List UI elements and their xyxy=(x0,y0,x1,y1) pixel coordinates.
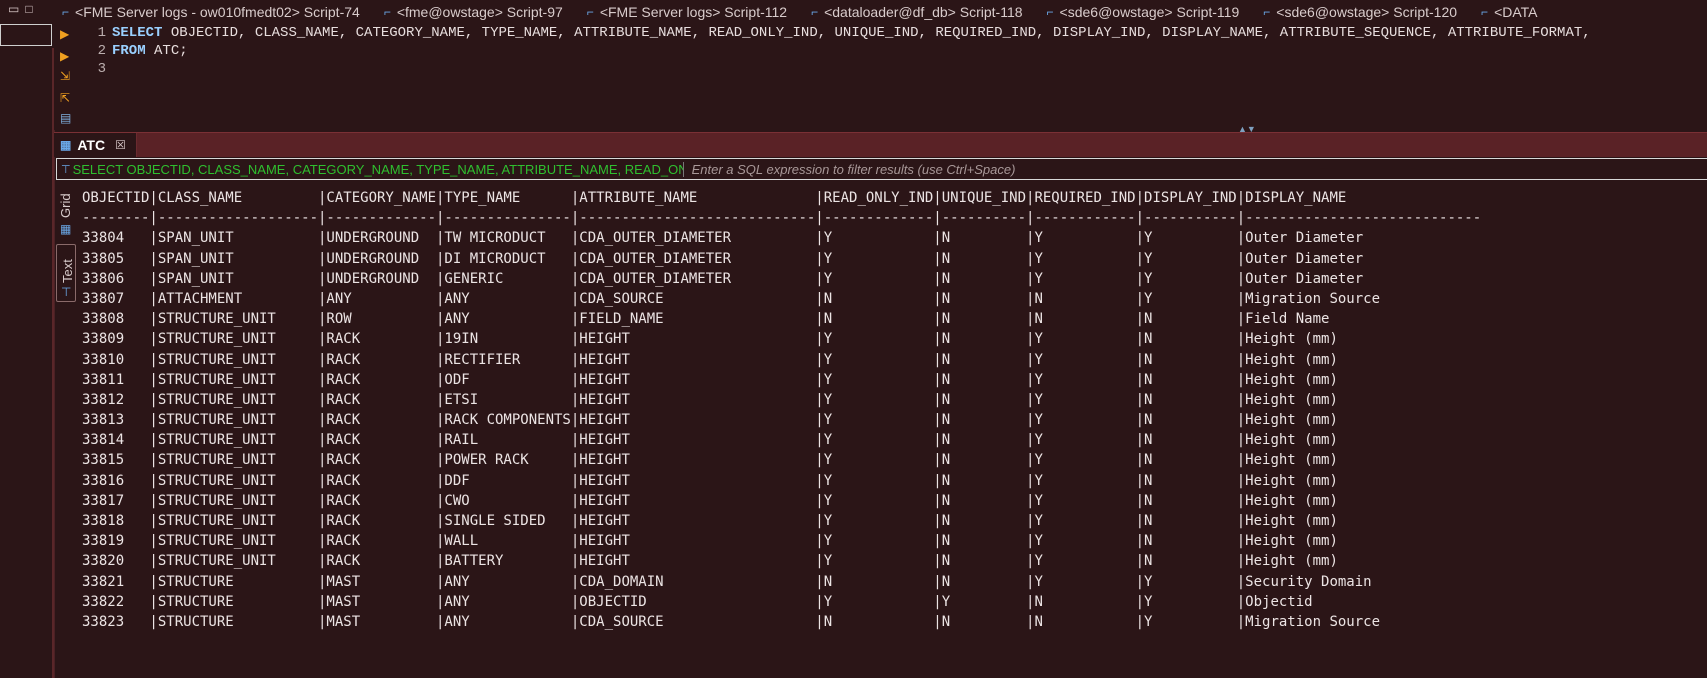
grid-icon: ▦ xyxy=(60,222,72,236)
close-icon[interactable]: ☒ xyxy=(115,138,126,152)
editor-tab[interactable]: ⌐ <FME Server logs - ow010fmedt02> Script… xyxy=(54,0,376,24)
result-row: 33816 |STRUCTURE_UNIT |RACK |DDF |HEIGHT… xyxy=(82,472,1338,489)
editor-tab[interactable]: ⌐ <DATA xyxy=(1473,0,1553,24)
editor-tab-label: <FME Server logs> Script-112 xyxy=(599,4,788,20)
sql-text: ATC; xyxy=(145,43,188,59)
maximize-icon[interactable]: □ xyxy=(25,2,32,16)
script-icon: ⌐ xyxy=(1263,5,1271,19)
editor-tab[interactable]: ⌐ <sde6@owstage> Script-120 xyxy=(1255,0,1473,24)
results-panel-header: ▦ ATC ☒ xyxy=(54,132,1707,157)
editor-tab-label: <sde6@owstage> Script-120 xyxy=(1276,4,1458,20)
sql-text: OBJECTID, CLASS_NAME, CATEGORY_NAME, TYP… xyxy=(162,25,1591,41)
filter-icon[interactable]: ⊤ xyxy=(57,163,73,176)
export-icon[interactable]: ⇱ xyxy=(60,92,72,104)
result-separator-line: --------|-------------------|-----------… xyxy=(82,210,1482,227)
left-strip: ▭ □ xyxy=(0,0,55,678)
result-row: 33815 |STRUCTURE_UNIT |RACK |POWER RACK … xyxy=(82,452,1338,469)
table-icon: ▦ xyxy=(60,138,72,152)
editor-tab-label: <dataloader@df_db> Script-118 xyxy=(824,4,1023,20)
script-icon: ⌐ xyxy=(62,5,70,19)
editor-tab[interactable]: ⌐ <sde6@owstage> Script-119 xyxy=(1039,0,1256,24)
code-area[interactable]: 1 SELECT OBJECTID, CLASS_NAME, CATEGORY_N… xyxy=(84,24,1591,78)
script-icon: ⌐ xyxy=(586,5,594,19)
editor-tab-label: <DATA xyxy=(1494,4,1538,20)
result-row: 33807 |ATTACHMENT |ANY |ANY |CDA_SOURCE … xyxy=(82,290,1381,307)
results-text-view[interactable]: OBJECTID|CLASS_NAME |CATEGORY_NAME|TYPE_… xyxy=(82,188,1707,678)
result-row: 33805 |SPAN_UNIT |UNDERGROUND |DI MICROD… xyxy=(82,250,1364,267)
result-row: 33822 |STRUCTURE |MAST |ANY |OBJECTID |Y… xyxy=(82,593,1313,610)
script-icon: ⌐ xyxy=(1481,5,1489,19)
view-grid-label: Grid xyxy=(58,193,73,218)
result-row: 33823 |STRUCTURE |MAST |ANY |CDA_SOURCE … xyxy=(82,613,1381,630)
result-row: 33819 |STRUCTURE_UNIT |RACK |WALL |HEIGH… xyxy=(82,533,1338,550)
result-row: 33812 |STRUCTURE_UNIT |RACK |ETSI |HEIGH… xyxy=(82,391,1338,408)
sql-editor[interactable]: ▶ ▶ ⇲ ⇱ ▤ 1 SELECT OBJECTID, CLASS_NAME, … xyxy=(54,24,1707,130)
filter-input[interactable] xyxy=(689,160,1394,178)
result-row: 33813 |STRUCTURE_UNIT |RACK |RACK COMPON… xyxy=(82,412,1338,429)
execute-plan-icon[interactable]: ⇲ xyxy=(60,70,72,82)
text-view-icon: ⊤ xyxy=(61,285,72,299)
code-line[interactable]: 1 SELECT OBJECTID, CLASS_NAME, CATEGORY_N… xyxy=(84,24,1591,42)
sql-keyword: SELECT xyxy=(112,25,163,41)
result-row: 33814 |STRUCTURE_UNIT |RACK |RAIL |HEIGH… xyxy=(82,432,1338,449)
result-header-line: OBJECTID|CLASS_NAME |CATEGORY_NAME|TYPE_… xyxy=(82,190,1347,206)
script-icon: ⌐ xyxy=(811,5,819,19)
view-grid-tab[interactable]: Grid ▦ xyxy=(56,186,76,238)
result-row: 33821 |STRUCTURE |MAST |ANY |CDA_DOMAIN … xyxy=(82,573,1372,590)
format-icon[interactable]: ▤ xyxy=(60,112,72,124)
filter-sql-text: SELECT OBJECTID, CLASS_NAME, CATEGORY_NA… xyxy=(72,161,684,177)
result-row: 33809 |STRUCTURE_UNIT |RACK |19IN |HEIGH… xyxy=(82,331,1338,348)
editor-tab[interactable]: ⌐ <dataloader@df_db> Script-118 xyxy=(803,0,1038,24)
result-row: 33804 |SPAN_UNIT |UNDERGROUND |TW MICROD… xyxy=(82,230,1364,247)
script-icon: ⌐ xyxy=(1046,5,1054,19)
result-row: 33818 |STRUCTURE_UNIT |RACK |SINGLE SIDE… xyxy=(82,513,1338,529)
editor-tab[interactable]: ⌐ <FME Server logs> Script-112 xyxy=(579,0,803,24)
result-row: 33820 |STRUCTURE_UNIT |RACK |BATTERY |HE… xyxy=(82,553,1338,570)
view-text-tab[interactable]: Text ⊤ xyxy=(56,244,76,302)
editor-tab-label: <fme@owstage> Script-97 xyxy=(396,4,563,20)
minimize-icon[interactable]: ▭ xyxy=(8,2,19,16)
window-controls: ▭ □ xyxy=(8,2,33,16)
result-row: 33817 |STRUCTURE_UNIT |RACK |CWO |HEIGHT… xyxy=(82,492,1338,509)
run-script-icon[interactable]: ▶ xyxy=(60,50,72,62)
editor-tab-label: <sde6@owstage> Script-119 xyxy=(1059,4,1240,20)
view-text-label: Text xyxy=(60,259,75,283)
line-number: 3 xyxy=(97,61,106,77)
run-statement-icon[interactable]: ▶ xyxy=(60,28,72,40)
results-tab-label: ATC xyxy=(77,137,106,153)
code-line[interactable]: 2 FROM ATC; xyxy=(84,42,1591,60)
result-row: 33810 |STRUCTURE_UNIT |RACK |RECTIFIER |… xyxy=(82,351,1338,368)
filter-bar: ⊤ SELECT OBJECTID, CLASS_NAME, CATEGORY_… xyxy=(56,158,1707,180)
results-tab-atc[interactable]: ▦ ATC ☒ xyxy=(54,133,137,157)
left-panel-input[interactable] xyxy=(0,24,52,46)
editor-tab-bar: ⌐ <FME Server logs - ow010fmedt02> Script… xyxy=(54,0,1707,25)
line-number: 2 xyxy=(97,43,106,59)
editor-tab-label: <FME Server logs - ow010fmedt02> Script-… xyxy=(75,4,360,20)
sql-keyword: FROM xyxy=(112,43,146,59)
result-row: 33808 |STRUCTURE_UNIT |ROW |ANY |FIELD_N… xyxy=(82,311,1330,328)
panel-sash-icon[interactable]: ▲▼ xyxy=(1238,124,1256,134)
editor-tab[interactable]: ⌐ <fme@owstage> Script-97 xyxy=(376,0,579,24)
script-icon: ⌐ xyxy=(383,5,391,19)
result-row: 33811 |STRUCTURE_UNIT |RACK |ODF |HEIGHT… xyxy=(82,371,1338,388)
result-row: 33806 |SPAN_UNIT |UNDERGROUND |GENERIC |… xyxy=(82,270,1364,287)
line-number: 1 xyxy=(97,25,106,41)
code-line[interactable]: 3 xyxy=(84,60,1591,78)
